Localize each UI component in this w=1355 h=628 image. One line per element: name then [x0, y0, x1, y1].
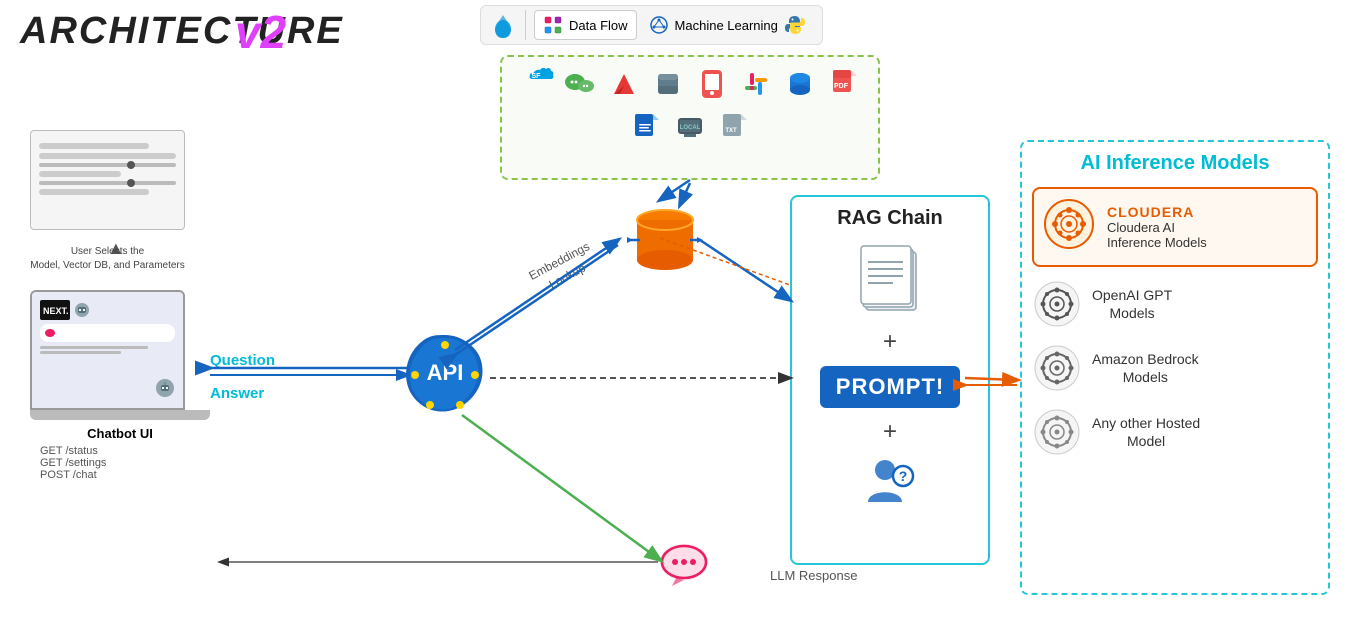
svg-text:NEXT.: NEXT.	[43, 306, 69, 316]
other-model-row: Any other HostedModel	[1032, 407, 1318, 457]
data-sources-icons: SF	[502, 57, 878, 155]
panel-slider-1	[39, 163, 176, 167]
user-q-svg: ?	[863, 454, 918, 509]
storage-icon	[649, 65, 687, 103]
next-logo-small: NEXT.	[40, 300, 70, 320]
other-model-label: Any other HostedModel	[1092, 414, 1200, 450]
phone-icon	[693, 65, 731, 103]
svg-text:TXT: TXT	[725, 128, 737, 134]
laptop-frame: NEXT.	[30, 290, 185, 410]
ml-icon	[649, 15, 669, 35]
chat-icon-small	[44, 328, 56, 338]
panel-line-4	[39, 189, 149, 195]
user-question-icon: ?	[802, 454, 978, 514]
panel-slider-2	[39, 181, 176, 185]
api-blob-svg: API	[400, 330, 490, 420]
endpoint-get-settings: GET /settings	[40, 457, 210, 469]
panel-line-3	[39, 171, 121, 177]
panel-line-2	[39, 153, 176, 159]
wechat-icon	[561, 65, 599, 103]
local-icon: LOCAL	[671, 109, 709, 147]
azure-icon	[605, 65, 643, 103]
question-label: Question	[210, 352, 275, 369]
title-arch: ARCHITECTURE	[20, 10, 344, 53]
bot-bottom-icon	[155, 378, 175, 398]
pdf-icon: PDF	[825, 65, 863, 103]
bedrock-label: Amazon BedrockModels	[1092, 350, 1199, 386]
svg-text:PDF: PDF	[834, 83, 849, 90]
other-model-icon	[1032, 407, 1082, 457]
vector-db-svg	[625, 205, 705, 280]
openai-row: OpenAI GPTModels	[1032, 279, 1318, 329]
sql-icon	[781, 65, 819, 103]
api-hub: API	[400, 330, 490, 425]
openai-icon	[1032, 279, 1082, 329]
toolbar-divider	[525, 10, 526, 40]
doc-rag-svg	[858, 240, 923, 315]
python-icon	[784, 14, 806, 36]
chatbot-endpoints: GET /status GET /settings POST /chat	[30, 445, 210, 481]
chat-bubble-bottom	[658, 542, 710, 591]
rag-doc-icon	[802, 240, 978, 320]
cloudera-text: CLOUDERA Cloudera AIInference Models	[1107, 204, 1207, 250]
svg-text:API: API	[427, 360, 464, 385]
rag-plus-1: +	[802, 328, 978, 356]
user-select-panel	[30, 130, 185, 230]
laptop-screen: NEXT.	[32, 292, 183, 408]
chatbot-ui: NEXT.	[30, 290, 210, 481]
chatbot-label: Chatbot UI	[30, 426, 210, 441]
droplet-icon	[489, 11, 517, 39]
salesforce-icon: SF	[517, 65, 555, 103]
prompt-badge: PROMPT!	[820, 366, 960, 408]
data-sources-box: SF	[500, 55, 880, 180]
slider-track-2	[39, 181, 176, 185]
user-select-label: User Selects theModel, Vector DB, and Pa…	[30, 245, 185, 273]
answer-label: Answer	[210, 385, 264, 402]
svg-text:LOCAL: LOCAL	[680, 125, 701, 131]
panel-line-1	[39, 143, 149, 149]
endpoint-post-chat: POST /chat	[40, 469, 210, 481]
rag-plus-2: +	[802, 418, 978, 446]
dataflow-label: Data Flow	[569, 18, 628, 33]
title-v2: v2	[235, 5, 286, 59]
bedrock-icon	[1032, 343, 1082, 393]
rag-chain-box: RAG Chain + PROMPT! + ?	[790, 195, 990, 565]
cloudera-brain-icon	[1042, 197, 1097, 257]
embeddings-label: EmbeddingsLookup	[526, 238, 601, 299]
slider-track-1	[39, 163, 176, 167]
bot-icon-small	[74, 302, 90, 318]
endpoint-get-status: GET /status	[40, 445, 210, 457]
laptop-base	[30, 410, 210, 420]
cloudera-brain-svg	[1042, 197, 1097, 252]
txt-icon: TXT	[715, 109, 753, 147]
main-container: ARCHITECTURE v2 Data Flow	[0, 0, 1355, 628]
toolbar: Data Flow Machine Learning	[480, 5, 823, 45]
dataflow-icon	[543, 15, 563, 35]
svg-text:?: ?	[898, 468, 907, 484]
chat-bubble-svg	[658, 542, 710, 586]
doc-icon	[627, 109, 665, 147]
vector-db	[625, 205, 705, 285]
rag-chain-title: RAG Chain	[802, 207, 978, 230]
cloudera-card: CLOUDERA Cloudera AIInference Models	[1032, 187, 1318, 267]
ai-panel-title: AI Inference Models	[1032, 152, 1318, 175]
cloudera-sub-text: Cloudera AIInference Models	[1107, 220, 1207, 250]
ml-btn[interactable]: Machine Learning	[641, 10, 814, 40]
ml-label: Machine Learning	[675, 18, 778, 33]
cloudera-logo-text: CLOUDERA	[1107, 204, 1207, 220]
openai-label: OpenAI GPTModels	[1092, 286, 1172, 322]
dataflow-btn[interactable]: Data Flow	[534, 10, 637, 40]
bedrock-row: Amazon BedrockModels	[1032, 343, 1318, 393]
svg-text:SF: SF	[532, 73, 542, 80]
ai-inference-panel: AI Inference Models	[1020, 140, 1330, 595]
llm-response-label: LLM Response	[770, 568, 857, 583]
slack-icon	[737, 65, 775, 103]
